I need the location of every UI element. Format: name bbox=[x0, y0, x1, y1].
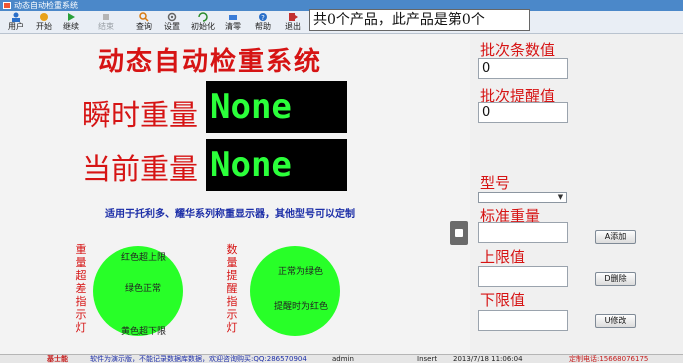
help-icon: ? bbox=[259, 13, 267, 22]
lock-icon[interactable] bbox=[450, 221, 468, 245]
batch-alert-input[interactable]: 0 bbox=[478, 102, 568, 123]
toolbar-user-button[interactable]: 用户 bbox=[2, 11, 30, 34]
continue-icon bbox=[68, 13, 75, 21]
stop-icon bbox=[103, 14, 109, 20]
standard-weight-input[interactable] bbox=[478, 222, 568, 243]
instant-weight-label: 瞬时重量 bbox=[82, 98, 199, 132]
toolbar-init-button[interactable]: 初始化 bbox=[186, 11, 220, 34]
current-weight-display: None bbox=[206, 139, 347, 191]
settings-icon bbox=[167, 12, 177, 22]
add-button[interactable]: A添加 bbox=[595, 230, 636, 244]
lower-limit-input[interactable] bbox=[478, 310, 568, 331]
count-indicator-label: 数量提醒指示灯 bbox=[226, 243, 238, 334]
instant-weight-display: None bbox=[206, 81, 347, 133]
toolbar-exit-button[interactable]: 退出 bbox=[279, 11, 307, 34]
model-label: 型号 bbox=[480, 174, 511, 192]
upper-limit-input[interactable] bbox=[478, 266, 568, 287]
current-weight-label: 当前重量 bbox=[82, 152, 199, 186]
toolbar-continue-button[interactable]: 继续 bbox=[57, 11, 85, 34]
weight-indicator-label: 重量超差指示灯 bbox=[75, 243, 87, 334]
window-title: 动态自动检重系统 bbox=[14, 1, 78, 10]
normal-text: 绿色正常 bbox=[125, 284, 162, 294]
count-alert-text: 提醒时为红色 bbox=[274, 302, 329, 312]
start-icon bbox=[40, 13, 48, 21]
status-bar: 基士能 软件为演示版，不能记录数据库数据，欢迎咨询购买:QQ:286570904… bbox=[0, 354, 683, 363]
svg-text:?: ? bbox=[261, 14, 265, 22]
model-select[interactable]: ▼ bbox=[478, 192, 567, 203]
lower-limit-label: 下限值 bbox=[480, 291, 526, 309]
status-company: 基士能 bbox=[47, 355, 68, 363]
lower-limit-text: 黄色超下限 bbox=[121, 327, 167, 337]
modify-button[interactable]: U修改 bbox=[595, 314, 636, 328]
chevron-down-icon: ▼ bbox=[557, 193, 564, 201]
search-icon bbox=[139, 12, 149, 22]
app-icon bbox=[3, 2, 11, 9]
exit-icon bbox=[289, 13, 298, 21]
status-datetime: 2013/7/18 11:06:04 bbox=[453, 355, 523, 363]
batch-count-input[interactable]: 0 bbox=[478, 58, 568, 79]
toolbar-start-button[interactable]: 开始 bbox=[30, 11, 58, 34]
toolbar-clear-button[interactable]: 清零 bbox=[219, 11, 247, 34]
status-notice: 软件为演示版，不能记录数据库数据，欢迎咨询购买:QQ:286570904 bbox=[90, 355, 307, 363]
toolbar-help-button[interactable]: ? 帮助 bbox=[249, 11, 277, 34]
upper-limit-label: 上限值 bbox=[480, 248, 526, 266]
system-title: 动态自动检重系统 bbox=[98, 47, 323, 77]
product-count-display: 共0个产品，此产品是第0个 bbox=[309, 9, 530, 31]
status-phone: 定制电话:15668076175 bbox=[569, 355, 649, 363]
count-indicator-light bbox=[250, 246, 340, 336]
delete-button[interactable]: D删除 bbox=[595, 272, 636, 286]
clear-icon bbox=[229, 15, 237, 20]
compatibility-hint: 适用于托利多、耀华系列称重显示器，其他型号可以定制 bbox=[105, 209, 355, 220]
user-icon bbox=[12, 12, 20, 22]
status-user: admin bbox=[332, 355, 354, 363]
batch-count-label: 批次条数值 bbox=[480, 41, 556, 59]
status-mode: Insert bbox=[417, 355, 438, 363]
toolbar-settings-button[interactable]: 设置 bbox=[158, 11, 186, 34]
init-icon bbox=[198, 12, 208, 22]
count-normal-text: 正常为绿色 bbox=[278, 267, 324, 277]
toolbar-search-button[interactable]: 查询 bbox=[130, 11, 158, 34]
toolbar-stop-button[interactable]: 结束 bbox=[92, 11, 120, 34]
upper-limit-text: 红色超上限 bbox=[121, 253, 167, 263]
